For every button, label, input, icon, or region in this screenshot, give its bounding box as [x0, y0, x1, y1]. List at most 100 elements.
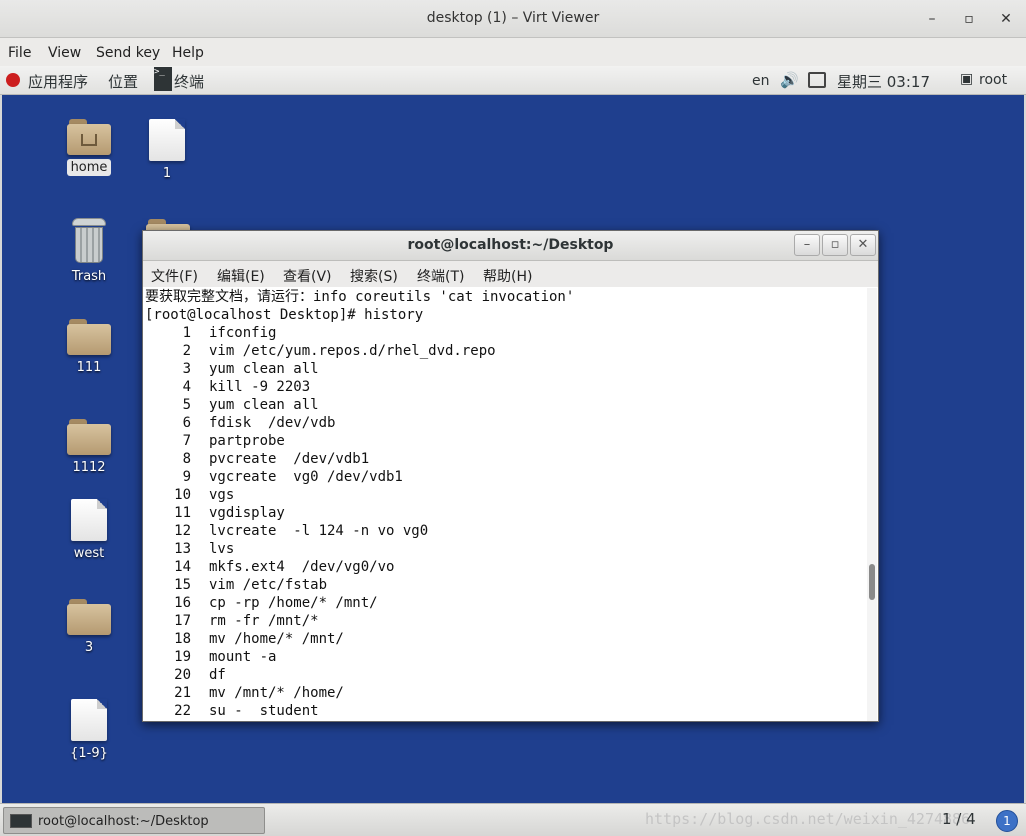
history-line: 15 vim /etc/fstab: [145, 576, 868, 594]
desktop-icon-label: home: [66, 159, 112, 176]
history-number: 10: [174, 487, 191, 503]
desktop-icon-label: 1: [162, 166, 172, 181]
scrollbar-thumb[interactable]: [869, 564, 875, 600]
notification-icon[interactable]: 1: [996, 810, 1018, 832]
terminal-icon: [10, 814, 32, 828]
desktop-icon-label: 111: [76, 360, 102, 375]
terminal-menu-view[interactable]: 查看(V): [283, 266, 332, 286]
history-command: cp -rp /home/* /mnt/: [209, 595, 378, 611]
file-icon: [71, 499, 107, 541]
history-command: pvcreate /dev/vdb1: [209, 451, 370, 467]
desktop-icon-trash[interactable]: Trash: [54, 218, 124, 285]
history-number: 6: [182, 415, 191, 431]
network-icon[interactable]: [808, 72, 826, 88]
history-number: 11: [174, 505, 191, 521]
watermark: https://blog.csdn.net/weixin_4274886: [645, 810, 971, 828]
history-command: vgdisplay: [209, 505, 285, 521]
folder-icon: [67, 419, 111, 455]
desktop-icon-1112[interactable]: 1112: [54, 419, 124, 476]
history-command: df: [209, 667, 226, 683]
terminal-scrollbar[interactable]: [867, 288, 877, 721]
desktop-icon-label: west: [73, 546, 105, 561]
terminal-menu-search[interactable]: 搜索(S): [350, 266, 398, 286]
terminal-window[interactable]: root@localhost:~/Desktop – ▫ ✕ 文件(F) 编辑(…: [142, 230, 879, 722]
history-number: 2: [182, 343, 191, 359]
terminal-maximize-button[interactable]: ▫: [822, 234, 848, 256]
window-titlebar: desktop (1) – Virt Viewer – ▫ ✕: [0, 0, 1026, 38]
terminal-menu-terminal[interactable]: 终端(T): [417, 266, 464, 286]
terminal-launcher-icon[interactable]: >_: [154, 67, 172, 91]
terminal-close-button[interactable]: ✕: [850, 234, 876, 256]
desktop-icon-west[interactable]: west: [54, 499, 124, 562]
menu-help[interactable]: Help: [172, 45, 204, 61]
folder-icon: [67, 599, 111, 635]
history-line: 20 df: [145, 666, 868, 684]
history-line: 19 mount -a: [145, 648, 868, 666]
terminal-minimize-button[interactable]: –: [794, 234, 820, 256]
history-number: 4: [182, 379, 191, 395]
input-language[interactable]: en: [752, 73, 770, 89]
history-line: 10 vgs: [145, 486, 868, 504]
history-line: 22 su - student: [145, 702, 868, 720]
desktop-icon-home[interactable]: home: [54, 119, 124, 176]
history-number: 21: [174, 685, 191, 701]
taskbar-item-terminal[interactable]: root@localhost:~/Desktop: [3, 807, 265, 834]
history-line: 9 vgcreate vg0 /dev/vdb1: [145, 468, 868, 486]
desktop-icon-111[interactable]: 111: [54, 319, 124, 376]
desktop-icon-3[interactable]: 3: [54, 599, 124, 656]
terminal-titlebar[interactable]: root@localhost:~/Desktop – ▫ ✕: [143, 231, 878, 261]
terminal-output[interactable]: 要获取完整文档，请运行：info coreutils 'cat invocati…: [144, 288, 868, 721]
history-command: yum clean all: [209, 361, 319, 377]
history-line: 13 lvs: [145, 540, 868, 558]
history-number: 13: [174, 541, 191, 557]
history-command: su - student: [209, 703, 319, 719]
volume-icon[interactable]: 🔊: [780, 71, 799, 89]
terminal-menu-file[interactable]: 文件(F): [151, 266, 198, 286]
history-line: 21 mv /mnt/* /home/: [145, 684, 868, 702]
menu-send-key[interactable]: Send key: [96, 45, 160, 61]
history-command: mount -a: [209, 649, 277, 665]
history-number: 7: [182, 433, 191, 449]
workspace-pager[interactable]: 1 / 4: [942, 810, 976, 828]
desktop-icon-1[interactable]: 1: [132, 119, 202, 182]
user-icon[interactable]: ▣: [960, 71, 973, 87]
history-command: lvcreate -l 124 -n vo vg0: [209, 523, 429, 539]
maximize-button[interactable]: ▫: [958, 9, 980, 29]
terminal-menu-edit[interactable]: 编辑(E): [217, 266, 265, 286]
desktop-icon-1-9[interactable]: {1-9}: [54, 699, 124, 762]
history-number: 9: [182, 469, 191, 485]
history-line: 8 pvcreate /dev/vdb1: [145, 450, 868, 468]
minimize-button[interactable]: –: [921, 9, 943, 29]
history-number: 14: [174, 559, 191, 575]
history-number: 22: [174, 703, 191, 719]
user-menu[interactable]: root: [979, 72, 1007, 88]
desktop-icon-label: Trash: [71, 269, 107, 284]
history-command: vim /etc/yum.repos.d/rhel_dvd.repo: [209, 343, 496, 359]
history-line: 17 rm -fr /mnt/*: [145, 612, 868, 630]
terminal-menu-help[interactable]: 帮助(H): [483, 266, 532, 286]
history-number: 3: [182, 361, 191, 377]
menu-view[interactable]: View: [48, 45, 81, 61]
history-line: 11 vgdisplay: [145, 504, 868, 522]
history-line: 5 yum clean all: [145, 396, 868, 414]
history-command: rm -fr /mnt/*: [209, 613, 319, 629]
applications-menu[interactable]: 应用程序: [28, 71, 88, 92]
menu-file[interactable]: File: [8, 45, 31, 61]
history-command: mv /home/* /mnt/: [209, 631, 344, 647]
close-button[interactable]: ✕: [995, 9, 1017, 29]
history-line: 12 lvcreate -l 124 -n vo vg0: [145, 522, 868, 540]
history-number: 8: [182, 451, 191, 467]
history-command: ifconfig: [209, 325, 277, 341]
terminal-menubar: 文件(F) 编辑(E) 查看(V) 搜索(S) 终端(T) 帮助(H): [143, 261, 878, 287]
window-title: desktop (1) – Virt Viewer: [426, 10, 600, 26]
terminal-prompt-line: [root@localhost Desktop]# history: [145, 307, 424, 323]
clock[interactable]: 星期三 03:17: [837, 71, 930, 92]
folder-icon: [67, 319, 111, 355]
history-number: 19: [174, 649, 191, 665]
history-line: 14 mkfs.ext4 /dev/vg0/vo: [145, 558, 868, 576]
history-number: 17: [174, 613, 191, 629]
places-menu[interactable]: 位置: [108, 71, 138, 92]
history-number: 20: [174, 667, 191, 683]
history-command: vim /etc/fstab: [209, 577, 328, 593]
terminal-launcher[interactable]: 终端: [174, 71, 204, 92]
